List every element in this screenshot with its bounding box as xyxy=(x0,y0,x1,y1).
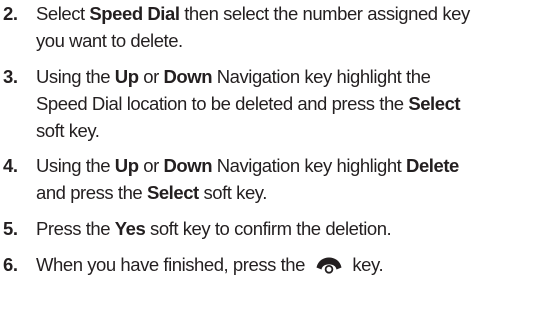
bold-term: Yes xyxy=(114,218,146,239)
text-run: or xyxy=(138,155,164,176)
text-run: you want to delete. xyxy=(36,30,183,51)
step-text: Press the Yes soft key to confirm the de… xyxy=(36,215,531,242)
bold-term: Up xyxy=(114,155,139,176)
bold-term: Down xyxy=(163,66,213,87)
text-run: Select xyxy=(36,3,90,24)
bold-term: Select xyxy=(408,93,461,114)
step-text: When you have finished, press the key. xyxy=(36,251,531,278)
bold-term: Select xyxy=(146,182,199,203)
text-run: soft key to confirm the deletion. xyxy=(145,218,392,239)
text-run: key. xyxy=(347,254,384,275)
step-line: Using the Up or Down Navigation key high… xyxy=(36,152,531,179)
step-number: 6. xyxy=(3,254,18,275)
step-number: 4. xyxy=(3,155,18,176)
step-line: When you have finished, press the key. xyxy=(36,251,531,278)
text-run: Press the xyxy=(36,218,115,239)
step-line: soft key. xyxy=(36,117,531,144)
bold-term: Up xyxy=(114,66,139,87)
bold-term: Down xyxy=(163,155,213,176)
step-text: Using the Up or Down Navigation key high… xyxy=(36,152,531,206)
end-call-key-icon xyxy=(314,254,344,274)
step-line: Using the Up or Down Navigation key high… xyxy=(36,63,531,90)
text-run: Using the xyxy=(36,66,115,87)
text-run: When you have finished, press the xyxy=(36,254,310,275)
text-run: soft key. xyxy=(198,182,267,203)
text-run: or xyxy=(138,66,164,87)
step-line: Press the Yes soft key to confirm the de… xyxy=(36,215,531,242)
step-text: Using the Up or Down Navigation key high… xyxy=(36,63,531,144)
text-run: Speed Dial location to be deleted and pr… xyxy=(36,93,409,114)
step-number: 5. xyxy=(3,218,18,239)
step-line: you want to delete. xyxy=(36,27,531,54)
step-line: and press the Select soft key. xyxy=(36,179,531,206)
bold-term: Speed Dial xyxy=(89,3,180,24)
instruction-list: 2. Select Speed Dial then select the num… xyxy=(0,0,537,320)
text-run: Navigation key highlight xyxy=(212,155,407,176)
step-line: Select Speed Dial then select the number… xyxy=(36,0,531,27)
bold-term: Delete xyxy=(406,155,459,176)
text-run: and press the xyxy=(36,182,147,203)
text-run: Navigation key highlight the xyxy=(212,66,431,87)
text-run: Using the xyxy=(36,155,115,176)
step-text: Select Speed Dial then select the number… xyxy=(36,0,531,54)
text-run: then select the number assigned key xyxy=(179,3,470,24)
step-number: 3. xyxy=(3,66,18,87)
text-run: soft key. xyxy=(36,120,100,141)
step-number: 2. xyxy=(3,3,18,24)
step-line: Speed Dial location to be deleted and pr… xyxy=(36,90,531,117)
